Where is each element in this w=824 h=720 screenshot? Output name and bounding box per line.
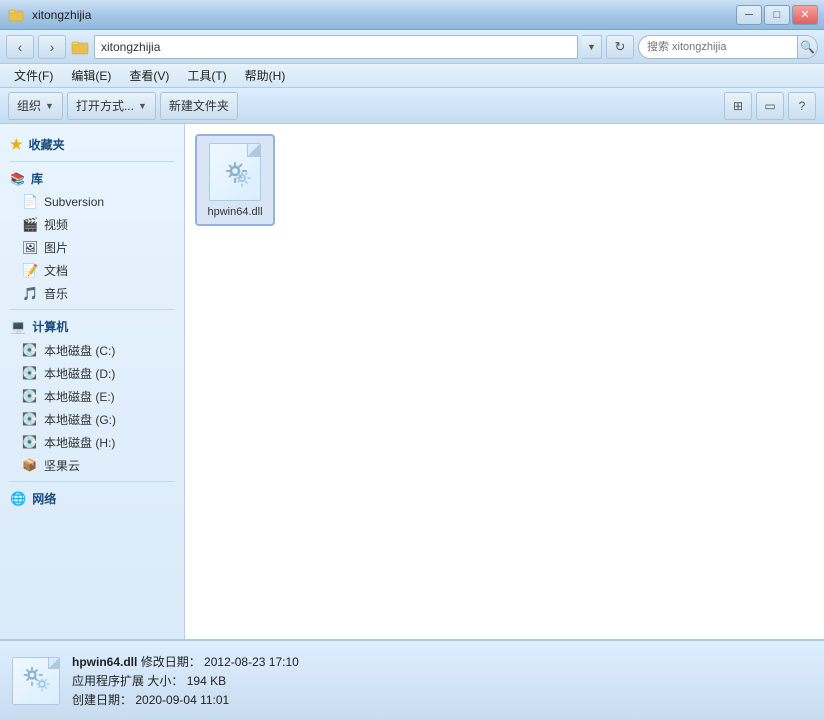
sidebar-item-video[interactable]: 🎬 视频 — [0, 213, 184, 236]
video-icon: 🎬 — [22, 217, 38, 233]
status-info: hpwin64.dll 修改日期： 2012-08-23 17:10 应用程序扩… — [72, 653, 299, 708]
status-file-icon — [12, 657, 60, 705]
title-bar-left: xitongzhijia — [6, 5, 91, 25]
divider-2 — [10, 309, 174, 310]
doc-icon: 📝 — [22, 263, 38, 279]
sidebar-item-subversion[interactable]: 📄 Subversion — [0, 191, 184, 213]
title-bar: xitongzhijia ─ □ ✕ — [0, 0, 824, 30]
open-with-button[interactable]: 打开方式... ▼ — [67, 92, 156, 120]
address-input[interactable] — [94, 35, 578, 59]
address-bar: ‹ › ▼ ↻ 🔍 — [0, 30, 824, 64]
toolbar: 组织 ▼ 打开方式... ▼ 新建文件夹 ⊞ ▭ ? — [0, 88, 824, 124]
status-created-label: 创建日期： — [72, 693, 132, 707]
network-icon: 🌐 — [10, 491, 26, 507]
new-folder-button[interactable]: 新建文件夹 — [160, 92, 238, 120]
sidebar: ★ 收藏夹 📚 库 📄 Subversion 🎬 视频 🖼 图片 — [0, 124, 185, 639]
address-dropdown-button[interactable]: ▼ — [582, 35, 602, 59]
sidebar-item-disk-c[interactable]: 💽 本地磁盘 (C:) — [0, 339, 184, 362]
menu-file[interactable]: 文件(F) — [6, 65, 61, 86]
sidebar-item-disk-e[interactable]: 💽 本地磁盘 (E:) — [0, 385, 184, 408]
sidebar-item-image[interactable]: 🖼 图片 — [0, 236, 184, 259]
subversion-icon: 📄 — [22, 194, 38, 210]
file-grid: hpwin64.dll — [195, 134, 814, 226]
status-type: 应用程序扩展 — [72, 674, 144, 688]
image-icon: 🖼 — [22, 240, 38, 256]
dll-file-icon — [209, 143, 261, 201]
minimize-button[interactable]: ─ — [736, 5, 762, 25]
library-icon: 📚 — [10, 172, 25, 186]
close-button[interactable]: ✕ — [792, 5, 818, 25]
status-line-1: hpwin64.dll 修改日期： 2012-08-23 17:10 — [72, 653, 299, 670]
sidebar-item-disk-g[interactable]: 💽 本地磁盘 (G:) — [0, 408, 184, 431]
favorites-section: ★ 收藏夹 — [0, 132, 184, 157]
status-size-label: 大小： — [147, 674, 183, 688]
status-size: 194 KB — [187, 674, 226, 688]
nuts-icon: 📦 — [22, 458, 38, 474]
status-modified-label-text: 修改日期： — [141, 655, 201, 669]
refresh-button[interactable]: ↻ — [606, 35, 634, 59]
organize-button[interactable]: 组织 ▼ — [8, 92, 63, 120]
sidebar-item-doc[interactable]: 📝 文档 — [0, 259, 184, 282]
favorites-header: ★ 收藏夹 — [0, 132, 184, 157]
organize-arrow: ▼ — [45, 101, 54, 111]
disk-d-icon: 💽 — [22, 366, 38, 382]
search-box: 🔍 — [638, 35, 818, 59]
status-modified-date: 2012-08-23 17:10 — [204, 655, 299, 669]
network-header: 🌐 网络 — [0, 486, 184, 511]
title-bar-text: xitongzhijia — [32, 8, 91, 22]
disk-c-icon: 💽 — [22, 343, 38, 359]
maximize-button[interactable]: □ — [764, 5, 790, 25]
sidebar-item-disk-d[interactable]: 💽 本地磁盘 (D:) — [0, 362, 184, 385]
computer-header: 💻 计算机 — [0, 314, 184, 339]
divider-1 — [10, 161, 174, 162]
disk-h-icon: 💽 — [22, 435, 38, 451]
pane-toggle-button[interactable]: ▭ — [756, 92, 784, 120]
help-button[interactable]: ? — [788, 92, 816, 120]
library-header: 📚 库 — [0, 166, 184, 191]
star-icon: ★ — [10, 136, 23, 153]
search-button[interactable]: 🔍 — [797, 35, 817, 59]
status-created-date: 2020-09-04 11:01 — [135, 693, 229, 707]
file-item-hpwin64[interactable]: hpwin64.dll — [195, 134, 275, 226]
menu-bar: 文件(F) 编辑(E) 查看(V) 工具(T) 帮助(H) — [0, 64, 824, 88]
sidebar-item-music[interactable]: 🎵 音乐 — [0, 282, 184, 305]
status-filename: hpwin64.dll — [72, 655, 137, 669]
status-line-3: 创建日期： 2020-09-04 11:01 — [72, 691, 299, 708]
status-bar: hpwin64.dll 修改日期： 2012-08-23 17:10 应用程序扩… — [0, 640, 824, 720]
title-folder-icon — [6, 5, 26, 25]
search-input[interactable] — [639, 41, 797, 53]
library-section: 📚 库 📄 Subversion 🎬 视频 🖼 图片 📝 文档 🎵 音乐 — [0, 166, 184, 305]
sidebar-item-nuts[interactable]: 📦 坚果云 — [0, 454, 184, 477]
disk-e-icon: 💽 — [22, 389, 38, 405]
menu-edit[interactable]: 编辑(E) — [63, 65, 119, 86]
main-content: ★ 收藏夹 📚 库 📄 Subversion 🎬 视频 🖼 图片 — [0, 124, 824, 640]
network-section: 🌐 网络 — [0, 486, 184, 511]
menu-help[interactable]: 帮助(H) — [237, 65, 294, 86]
sidebar-item-disk-h[interactable]: 💽 本地磁盘 (H:) — [0, 431, 184, 454]
disk-g-icon: 💽 — [22, 412, 38, 428]
computer-icon: 💻 — [10, 319, 26, 335]
menu-tools[interactable]: 工具(T) — [179, 65, 234, 86]
view-options-button[interactable]: ⊞ — [724, 92, 752, 120]
status-line-2: 应用程序扩展 大小： 194 KB — [72, 672, 299, 689]
file-icon-hpwin64 — [205, 142, 265, 202]
divider-3 — [10, 481, 174, 482]
file-area[interactable]: hpwin64.dll — [185, 124, 824, 639]
file-name-hpwin64: hpwin64.dll — [207, 206, 262, 218]
title-bar-controls: ─ □ ✕ — [736, 5, 818, 25]
menu-view[interactable]: 查看(V) — [121, 65, 177, 86]
open-with-arrow: ▼ — [138, 101, 147, 111]
computer-section: 💻 计算机 💽 本地磁盘 (C:) 💽 本地磁盘 (D:) 💽 本地磁盘 (E:… — [0, 314, 184, 477]
back-button[interactable]: ‹ — [6, 35, 34, 59]
address-folder-icon — [70, 37, 90, 57]
forward-button[interactable]: › — [38, 35, 66, 59]
music-icon: 🎵 — [22, 286, 38, 302]
